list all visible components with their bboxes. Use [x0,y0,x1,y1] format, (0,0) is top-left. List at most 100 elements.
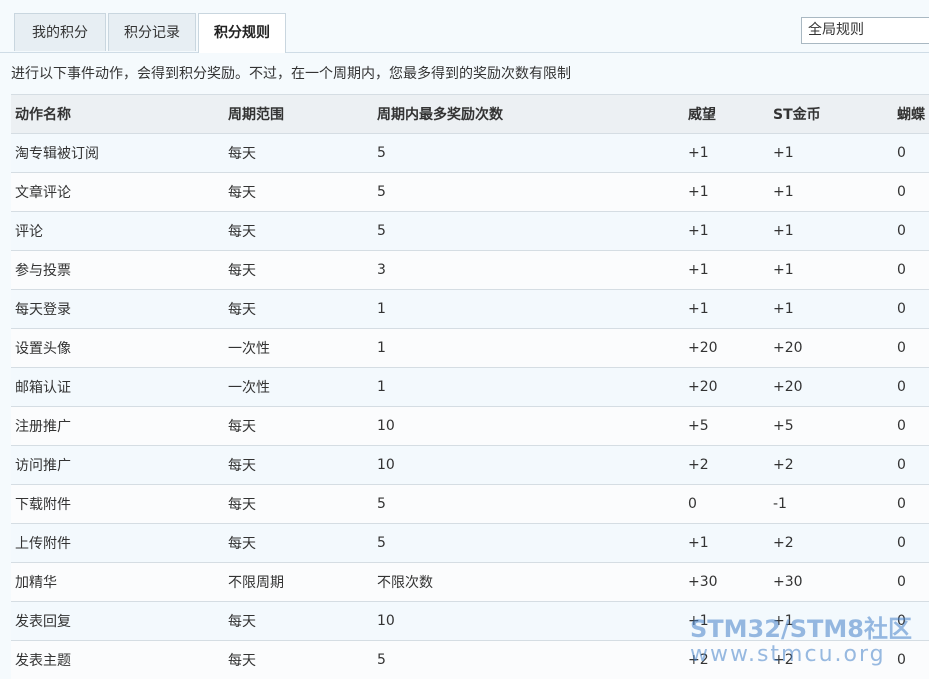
table-row: 邮箱认证 一次性 1 +20 +20 0 [11,367,929,407]
cell-st-coins: +5 [769,406,893,446]
tab-points-rules[interactable]: 积分规则 [198,13,286,53]
cell-action: 加精华 [11,562,224,602]
table-row: 下载附件 每天 5 0 -1 0 [11,484,929,524]
cell-action: 每天登录 [11,289,224,329]
rule-scope-select[interactable]: 全局规则 [801,17,929,44]
col-header-st-coins: ST金币 [769,94,893,134]
col-header-action: 动作名称 [11,94,224,134]
table-row: 评论 每天 5 +1 +1 0 [11,211,929,251]
cell-action: 访问推广 [11,445,224,485]
cell-period: 每天 [224,211,373,251]
cell-max-rewards: 10 [373,445,684,485]
cell-period: 每天 [224,523,373,563]
cell-period: 每天 [224,172,373,212]
cell-butterfly: 0 [893,367,929,407]
cell-butterfly: 0 [893,484,929,524]
cell-period: 不限周期 [224,562,373,602]
cell-prestige: +1 [684,523,769,563]
cell-butterfly: 0 [893,289,929,329]
col-header-prestige: 威望 [684,94,769,134]
cell-period: 一次性 [224,367,373,407]
cell-period: 每天 [224,484,373,524]
cell-action: 设置头像 [11,328,224,368]
cell-st-coins: +20 [769,367,893,407]
cell-action: 文章评论 [11,172,224,212]
table-row: 上传附件 每天 5 +1 +2 0 [11,523,929,563]
table-row: 发表主题 每天 5 +2 +2 0 [11,640,929,679]
cell-prestige: +1 [684,211,769,251]
cell-max-rewards: 10 [373,406,684,446]
table-row: 文章评论 每天 5 +1 +1 0 [11,172,929,212]
cell-max-rewards: 5 [373,484,684,524]
cell-action: 淘专辑被订阅 [11,133,224,173]
table-row: 淘专辑被订阅 每天 5 +1 +1 0 [11,133,929,173]
table-row: 参与投票 每天 3 +1 +1 0 [11,250,929,290]
cell-action: 参与投票 [11,250,224,290]
cell-max-rewards: 5 [373,133,684,173]
cell-max-rewards: 3 [373,250,684,290]
col-header-max-rewards: 周期内最多奖励次数 [373,94,684,134]
cell-st-coins: +20 [769,328,893,368]
points-rules-table: 动作名称 周期范围 周期内最多奖励次数 威望 ST金币 蝴蝶 淘专辑被订阅 每天 5… [11,94,929,679]
col-header-butterfly: 蝴蝶 [893,94,929,134]
cell-period: 每天 [224,250,373,290]
cell-period: 每天 [224,640,373,679]
cell-max-rewards: 5 [373,640,684,679]
cell-period: 每天 [224,601,373,641]
cell-st-coins: +1 [769,172,893,212]
cell-max-rewards: 1 [373,367,684,407]
cell-period: 一次性 [224,328,373,368]
cell-butterfly: 0 [893,211,929,251]
cell-action: 下载附件 [11,484,224,524]
cell-st-coins: -1 [769,484,893,524]
cell-period: 每天 [224,445,373,485]
cell-prestige: +1 [684,250,769,290]
tab-points-history[interactable]: 积分记录 [108,13,196,51]
cell-st-coins: +2 [769,523,893,563]
cell-butterfly: 0 [893,250,929,290]
cell-prestige: +5 [684,406,769,446]
cell-st-coins: +1 [769,250,893,290]
cell-st-coins: +2 [769,445,893,485]
cell-butterfly: 0 [893,523,929,563]
cell-butterfly: 0 [893,562,929,602]
cell-period: 每天 [224,289,373,329]
table-row: 发表回复 每天 10 +1 +1 0 [11,601,929,641]
col-header-period: 周期范围 [224,94,373,134]
cell-prestige: +1 [684,133,769,173]
table-row: 每天登录 每天 1 +1 +1 0 [11,289,929,329]
cell-action: 上传附件 [11,523,224,563]
cell-action: 评论 [11,211,224,251]
rules-description: 进行以下事件动作，会得到积分奖励。不过，在一个周期内，您最多得到的奖励次数有限制 [11,66,571,82]
cell-action: 注册推广 [11,406,224,446]
table-row: 加精华 不限周期 不限次数 +30 +30 0 [11,562,929,602]
cell-butterfly: 0 [893,406,929,446]
table-row: 访问推广 每天 10 +2 +2 0 [11,445,929,485]
cell-max-rewards: 1 [373,328,684,368]
cell-butterfly: 0 [893,640,929,679]
cell-st-coins: +1 [769,133,893,173]
cell-max-rewards: 5 [373,172,684,212]
tab-bar: 我的积分 积分记录 积分规则 全局规则 [0,0,929,53]
cell-prestige: +2 [684,445,769,485]
cell-butterfly: 0 [893,172,929,212]
cell-prestige: +1 [684,172,769,212]
cell-max-rewards: 1 [373,289,684,329]
tab-my-points[interactable]: 我的积分 [14,13,106,51]
cell-max-rewards: 10 [373,601,684,641]
cell-st-coins: +1 [769,601,893,641]
cell-butterfly: 0 [893,328,929,368]
cell-period: 每天 [224,406,373,446]
cell-butterfly: 0 [893,445,929,485]
cell-st-coins: +2 [769,640,893,679]
cell-prestige: +20 [684,367,769,407]
cell-st-coins: +30 [769,562,893,602]
cell-max-rewards: 5 [373,211,684,251]
cell-prestige: +1 [684,601,769,641]
cell-st-coins: +1 [769,211,893,251]
cell-prestige: +30 [684,562,769,602]
cell-st-coins: +1 [769,289,893,329]
cell-prestige: +20 [684,328,769,368]
cell-prestige: 0 [684,484,769,524]
cell-action: 发表主题 [11,640,224,679]
